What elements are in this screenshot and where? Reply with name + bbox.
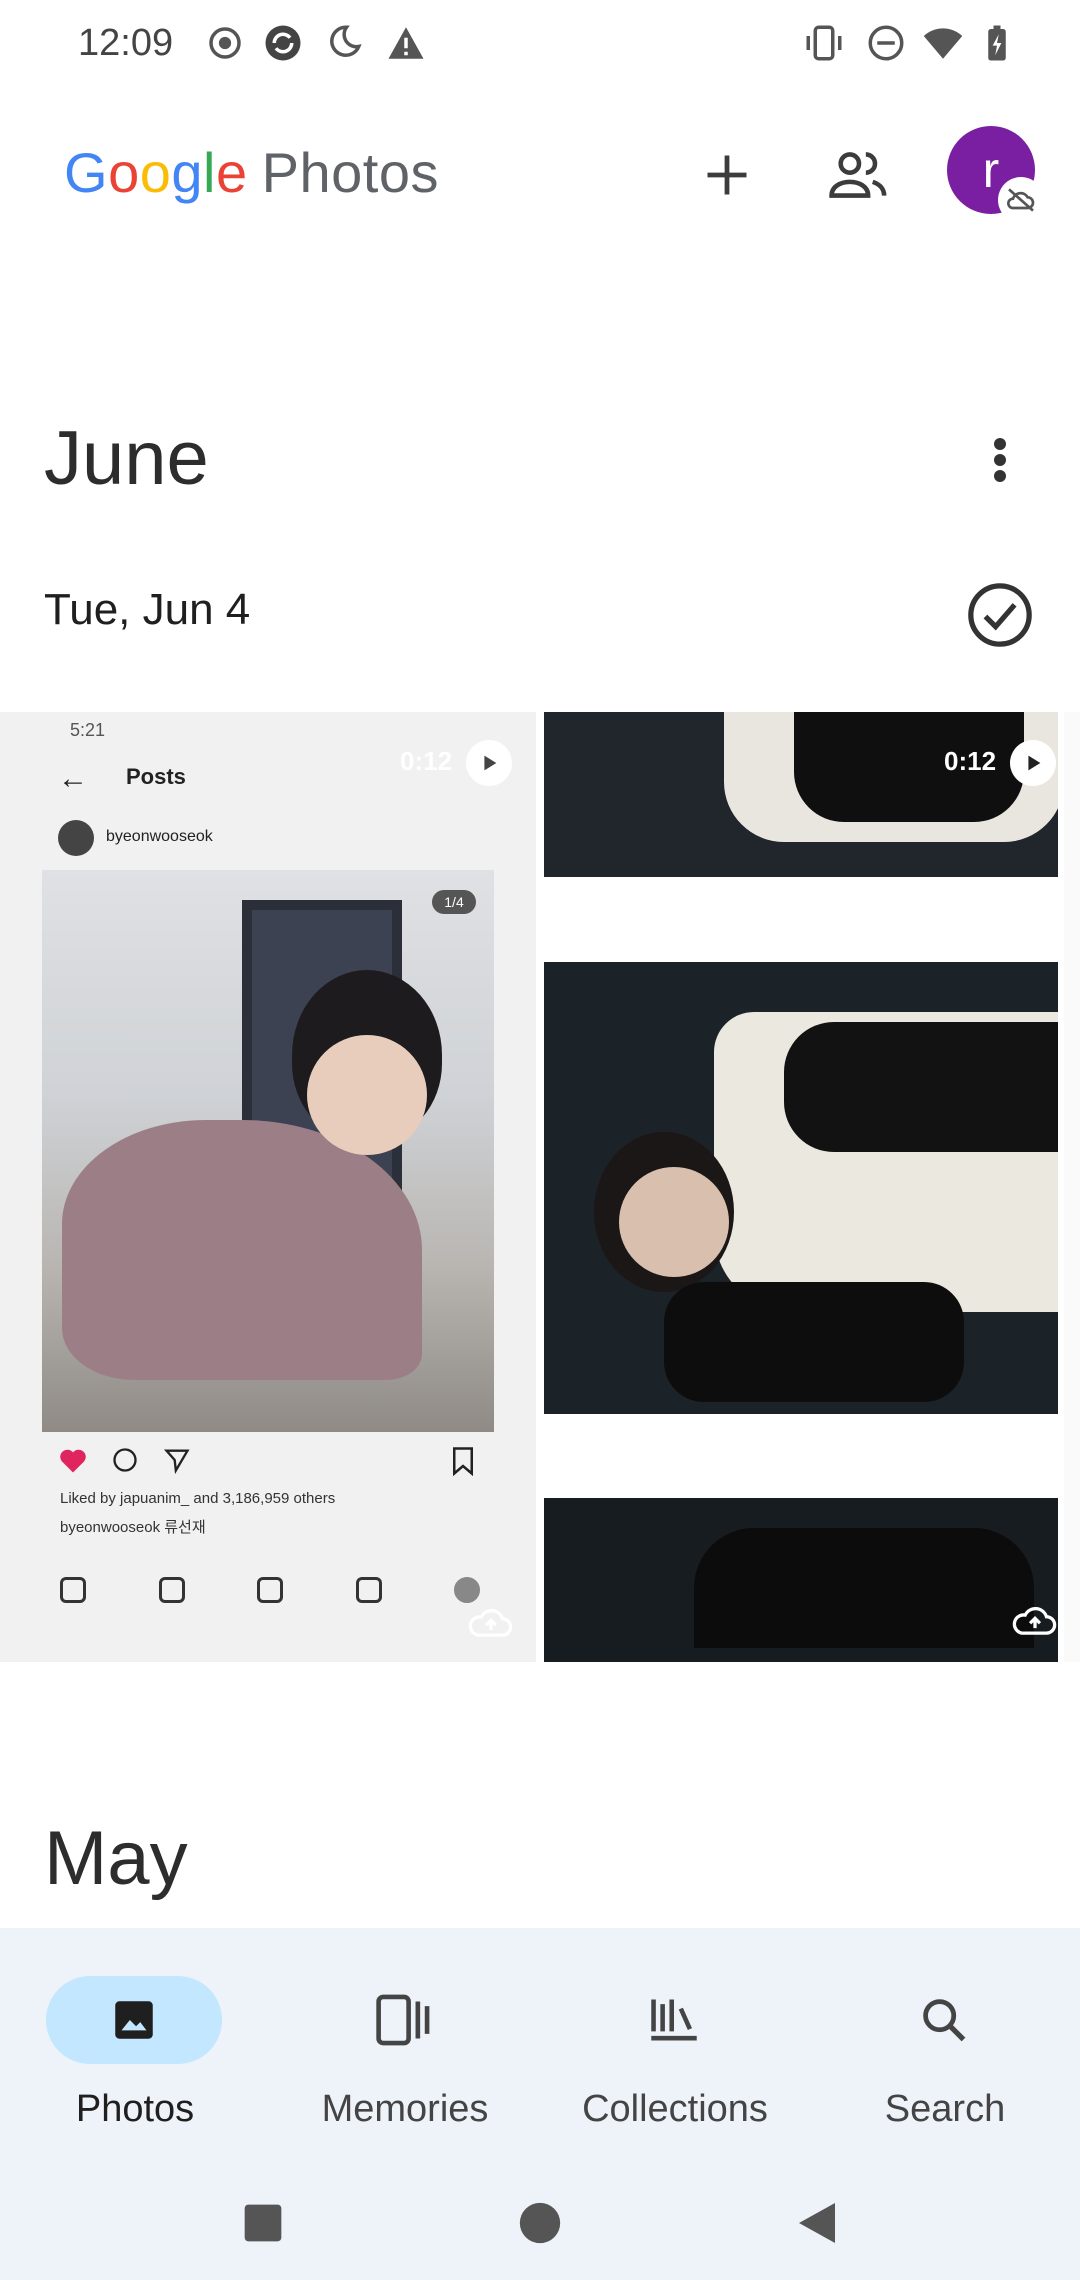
sync-icon — [265, 25, 301, 61]
inner-caption: byeonwooseok 류선재 — [60, 1519, 206, 1536]
cloud-off-icon — [1007, 188, 1035, 212]
inner-username: byeonwooseok — [106, 828, 213, 845]
cloud-backup-icon — [1012, 1607, 1057, 1635]
month-header-may: May — [44, 1816, 188, 1901]
inner-post-photo — [42, 870, 494, 1432]
home-button[interactable] — [505, 2188, 575, 2258]
night-mode-icon — [330, 25, 362, 57]
inner-page-badge: 1/4 — [432, 890, 476, 914]
triangle-back-icon — [799, 2203, 835, 2243]
photo-thumbnail-edge[interactable] — [1064, 712, 1080, 1662]
video-thumbnail[interactable]: 0:12 — [544, 712, 1058, 877]
cloud-backup-icon — [468, 1609, 513, 1637]
play-icon — [466, 740, 512, 786]
nav-label-search: Search — [884, 2088, 1006, 2130]
nav-search[interactable]: Search — [810, 1950, 1050, 2130]
dark-clothing — [664, 1282, 964, 1402]
inner-nav-bar — [60, 1570, 480, 1610]
photo-icon — [115, 2001, 153, 2039]
nav-active-indicator — [46, 1976, 222, 2064]
select-all-check-icon[interactable] — [965, 580, 1035, 650]
inner-share-icon — [163, 1449, 190, 1474]
inner-likes-text: Liked by japuanim_ and 3,186,959 others — [60, 1490, 336, 1507]
wifi-icon — [923, 28, 963, 59]
search-icon — [923, 1999, 966, 2042]
battery-icon — [988, 25, 1006, 61]
inner-avatar — [58, 820, 94, 856]
more-vert-icon — [994, 438, 1006, 482]
status-time: 12:09 — [78, 22, 174, 64]
dark-clothing — [694, 1528, 1034, 1648]
black-sleeve — [784, 1022, 1058, 1152]
video-duration: 0:12 — [944, 746, 997, 776]
video-thumbnail[interactable] — [544, 1498, 1058, 1662]
add-button[interactable] — [682, 130, 772, 220]
date-header: Tue, Jun 4 — [44, 585, 251, 634]
backup-off-badge — [998, 177, 1044, 223]
back-button[interactable] — [782, 2188, 852, 2258]
play-icon — [1010, 740, 1056, 786]
bottom-navigation: Photos Memories Collections Search — [0, 1928, 1080, 2280]
inner-title: Posts — [126, 764, 186, 789]
inner-bookmark-icon — [453, 1447, 473, 1476]
memories-icon — [376, 1994, 430, 2046]
nav-label-memories: Memories — [321, 2088, 489, 2130]
do-not-disturb-icon — [868, 25, 904, 61]
inner-back-arrow-icon: ← — [58, 762, 88, 795]
circle-icon — [519, 2202, 561, 2244]
system-navigation-bar — [0, 2170, 1080, 2280]
google-photos-logo: Google Photos — [64, 141, 439, 204]
nav-label-collections: Collections — [582, 2088, 768, 2130]
collections-icon — [651, 1999, 697, 2041]
more-options-button[interactable] — [960, 420, 1040, 500]
status-bar: 12:09 — [0, 0, 1080, 90]
inner-status-time: 5:21 — [70, 720, 106, 740]
video-thumbnail[interactable]: 5:21 ← Posts byeonwooseok 1/4 Liked by j… — [0, 712, 536, 1662]
nav-photos[interactable]: Photos — [0, 1950, 240, 2130]
inner-face — [307, 1035, 427, 1155]
top-app-bar: Google Photos r — [0, 110, 1080, 230]
inner-heart-icon — [60, 1449, 86, 1473]
nav-label-photos: Photos — [75, 2088, 195, 2130]
photo-thumbnail[interactable] — [544, 962, 1058, 1414]
record-icon — [209, 27, 241, 59]
sharing-button[interactable] — [814, 130, 904, 220]
vibrate-icon — [806, 25, 842, 61]
square-icon — [244, 2204, 282, 2242]
plus-icon — [707, 155, 747, 195]
warning-icon — [388, 27, 424, 59]
face — [619, 1167, 729, 1277]
nav-memories[interactable]: Memories — [270, 1950, 510, 2130]
nav-collections[interactable]: Collections — [540, 1950, 780, 2130]
inner-jacket — [62, 1120, 422, 1380]
video-duration: 0:12 — [400, 746, 453, 776]
inner-comment-icon — [113, 1448, 137, 1472]
people-icon — [829, 152, 887, 198]
month-header-june: June — [44, 416, 209, 501]
recents-button[interactable] — [228, 2188, 298, 2258]
